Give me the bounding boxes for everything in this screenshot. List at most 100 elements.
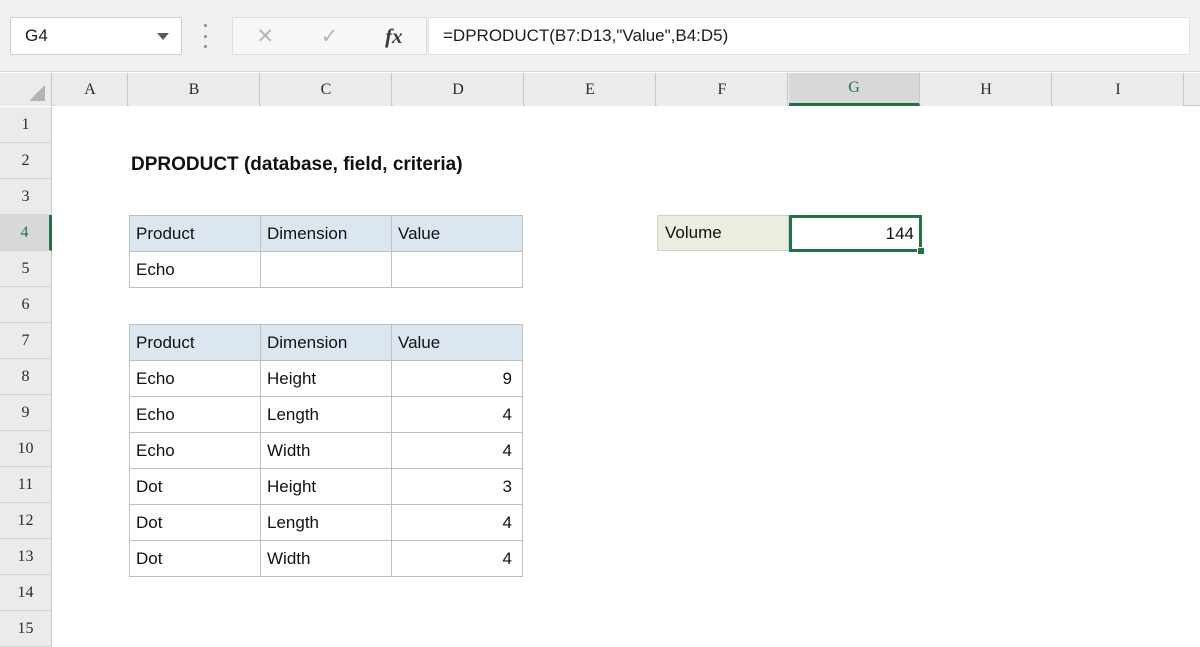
row-header-5-label: 5 [21,259,30,277]
formula-input[interactable]: =DPRODUCT(B7:D13,"Value",B4:D5) [428,17,1190,55]
column-header-g[interactable]: G [789,73,920,106]
row-header-10[interactable]: 10 [0,431,52,467]
criteria-table[interactable]: Product Dimension Value Echo [129,215,523,288]
column-header-d[interactable]: D [393,73,524,106]
column-header-g-label: G [848,79,860,96]
row-header-11-label: 11 [17,475,34,493]
row-header-3[interactable]: 3 [0,179,52,215]
column-header-f[interactable]: F [657,73,788,106]
row-header-2[interactable]: 2 [0,143,52,179]
data-cell-value[interactable]: 4 [391,504,523,541]
row-header-4-label: 4 [20,223,29,241]
data-cell-dimension[interactable]: Width [260,540,392,577]
data-header-product: Product [129,324,261,361]
row-header-15-label: 15 [17,619,34,637]
row-header-2-label: 2 [21,151,30,169]
chevron-down-icon[interactable] [157,32,169,40]
row-header-9-label: 9 [21,403,30,421]
name-box[interactable]: G4 [10,17,182,55]
data-cell-dimension[interactable]: Height [260,360,392,397]
column-header-b-label: B [188,80,200,98]
table-row[interactable]: Dot Height 3 [129,468,523,505]
row-header-4[interactable]: 4 [0,215,52,251]
data-cell-value[interactable]: 4 [391,540,523,577]
data-header-dimension: Dimension [260,324,392,361]
select-all-triangle-icon [29,85,45,101]
row-header-11[interactable]: 11 [0,467,52,503]
data-cell-value[interactable]: 9 [391,360,523,397]
data-cell-product[interactable]: Echo [129,360,261,397]
column-header-a[interactable]: A [53,73,128,106]
row-header-5[interactable]: 5 [0,251,52,287]
database-table[interactable]: Product Dimension Value Echo Height 9 Ec… [129,324,523,577]
table-header-row: Product Dimension Value [129,324,523,361]
column-header-c-label: C [320,80,332,98]
row-header-7-label: 7 [21,331,30,349]
column-header-e[interactable]: E [525,73,656,106]
column-header-c[interactable]: C [261,73,392,106]
result-value: 144 [885,223,914,243]
row-header-13[interactable]: 13 [0,539,52,575]
row-header-12-label: 12 [17,511,34,529]
data-header-value: Value [391,324,523,361]
column-header-e-label: E [585,80,595,98]
result-value-cell[interactable]: 144 [789,215,922,252]
row-header-8-label: 8 [21,367,30,385]
row-header-9[interactable]: 9 [0,395,52,431]
criteria-cell-dimension[interactable] [260,251,392,288]
fx-label: fx [385,23,403,48]
check-icon[interactable]: ✓ [305,18,353,54]
data-cell-dimension[interactable]: Height [260,468,392,505]
data-cell-product[interactable]: Dot [129,468,261,505]
table-row[interactable]: Echo Height 9 [129,360,523,397]
column-header-i-label: I [1115,80,1121,98]
column-header-a-label: A [84,80,96,98]
formula-action-group: ✕ ✓ fx [232,17,427,55]
criteria-header-dimension: Dimension [260,215,392,252]
column-header-h-label: H [980,80,992,98]
fx-icon[interactable]: fx [370,18,418,54]
table-row[interactable]: Dot Length 4 [129,504,523,541]
worksheet-canvas[interactable]: DPRODUCT (database, field, criteria) Pro… [53,107,1200,630]
column-header-b[interactable]: B [129,73,260,106]
row-header-3-label: 3 [21,187,30,205]
row-header-7[interactable]: 7 [0,323,52,359]
result-label: Volume [665,223,722,242]
fill-handle[interactable] [917,247,925,255]
column-header-f-label: F [717,80,727,98]
data-cell-dimension[interactable]: Length [260,396,392,433]
data-cell-dimension[interactable]: Width [260,432,392,469]
row-header-6-label: 6 [21,295,30,313]
data-cell-product[interactable]: Dot [129,504,261,541]
criteria-cell-product[interactable]: Echo [129,251,261,288]
criteria-header-product: Product [129,215,261,252]
row-header-10-label: 10 [17,439,34,457]
row-header-8[interactable]: 8 [0,359,52,395]
data-cell-product[interactable]: Echo [129,396,261,433]
close-icon[interactable]: ✕ [241,18,289,54]
table-row[interactable]: Echo Length 4 [129,396,523,433]
data-cell-product[interactable]: Dot [129,540,261,577]
row-header-15[interactable]: 15 [0,611,52,647]
criteria-cell-value[interactable] [391,251,523,288]
formula-text: =DPRODUCT(B7:D13,"Value",B4:D5) [443,26,729,45]
column-header-h[interactable]: H [921,73,1052,106]
column-header-i[interactable]: I [1053,73,1184,106]
data-cell-value[interactable]: 4 [391,432,523,469]
data-cell-product[interactable]: Echo [129,432,261,469]
select-all-corner[interactable] [0,73,52,106]
table-row[interactable]: Echo [129,251,523,288]
data-cell-dimension[interactable]: Length [260,504,392,541]
result-label-cell[interactable]: Volume [657,215,789,251]
data-cell-value[interactable]: 3 [391,468,523,505]
page-title: DPRODUCT (database, field, criteria) [131,154,463,175]
row-header-1[interactable]: 1 [0,107,52,143]
row-header-12[interactable]: 12 [0,503,52,539]
table-row[interactable]: Dot Width 4 [129,540,523,577]
row-header-6[interactable]: 6 [0,287,52,323]
formula-bar-strip: G4 ✕ ✓ fx =DPRODUCT(B7:D13,"Value",B4:D5… [0,0,1200,72]
data-cell-value[interactable]: 4 [391,396,523,433]
table-row[interactable]: Echo Width 4 [129,432,523,469]
vertical-dots-divider [203,24,207,48]
row-header-14[interactable]: 14 [0,575,52,611]
